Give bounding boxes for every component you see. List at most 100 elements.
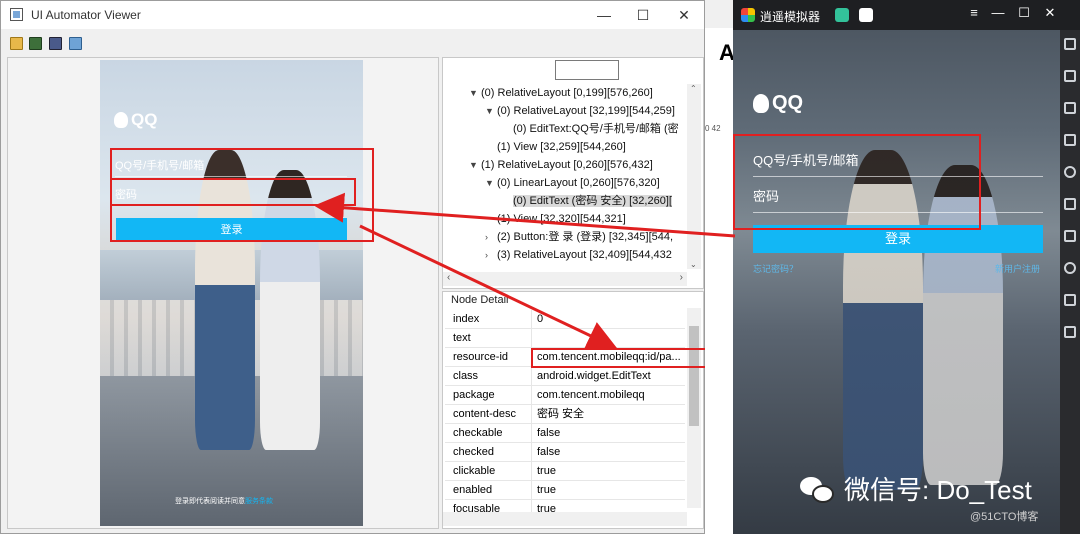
emu-qq-logo-text: QQ — [772, 92, 804, 114]
property-value: android.widget.EditText — [537, 370, 651, 382]
property-row[interactable]: text — [445, 329, 685, 348]
open-folder-icon[interactable] — [10, 37, 23, 50]
node-detail-panel: Node Detail index 0 text resource-id com.ten… — [442, 291, 709, 529]
toolbar — [1, 31, 704, 55]
terms-footer: 登录即代表阅读并同意服务条款 — [175, 496, 273, 506]
property-value: 0 — [537, 313, 544, 325]
tree-node[interactable]: › (3) RelativeLayout [32,409][544,432 — [485, 246, 672, 264]
expand-arrow-icon[interactable]: ▼ — [485, 174, 497, 192]
minimize-button[interactable]: — — [589, 5, 619, 25]
tree-node[interactable]: ▼ (0) RelativeLayout [32,199][544,259] — [485, 102, 675, 120]
credit-watermark: @51CTO博客 — [970, 511, 1039, 523]
collapse-arrow-icon[interactable]: › — [485, 246, 497, 264]
tree-node[interactable]: › (2) Button:登 录 (登录) [32,345][544, — [485, 228, 673, 246]
maximize-button[interactable]: ☐ — [628, 5, 658, 25]
column-divider — [531, 329, 532, 347]
tree-node-label: (1) View [32,320][544,321] — [497, 213, 626, 225]
property-key: checked — [453, 446, 494, 458]
property-row[interactable]: package com.tencent.mobileqq — [445, 386, 685, 405]
emu-highlight-login-area — [733, 134, 981, 230]
property-key: package — [453, 389, 495, 401]
tree-search-input[interactable] — [555, 60, 619, 80]
device-screenshot[interactable]: QQ QQ号/手机号/邮箱 密码 登录 登录即代表阅读并同意服务条款 — [100, 60, 363, 526]
location-icon[interactable] — [1064, 262, 1076, 274]
property-value: false — [537, 427, 561, 439]
background-window: A 0 42 — [705, 28, 735, 534]
property-row[interactable]: class android.widget.EditText — [445, 367, 685, 386]
tree-node[interactable]: ▼ (1) RelativeLayout [0,260][576,432] — [469, 156, 653, 174]
tree-node[interactable]: ▼ (0) LinearLayout [0,260][576,320] — [485, 174, 660, 192]
property-key: content-desc — [453, 408, 516, 420]
close-button[interactable]: ✕ — [669, 5, 699, 25]
column-divider — [531, 386, 532, 404]
property-value: 密码 安全 — [537, 408, 585, 420]
device-screenshot-icon[interactable] — [29, 37, 42, 50]
tree-horizontal-scrollbar[interactable]: ‹ › — [443, 272, 687, 286]
property-row[interactable]: content-desc 密码 安全 — [445, 405, 685, 424]
tree-node[interactable]: (0) EditText:QQ号/手机号/邮箱 (密 — [501, 120, 679, 138]
emulator-screen[interactable]: QQ QQ号/手机号/邮箱 密码 登录 忘记密码？ 新用户注册 — [733, 30, 1060, 534]
property-row[interactable]: checked false — [445, 443, 685, 462]
title-bar: UI Automator Viewer — ☐ ✕ — [1, 1, 704, 29]
property-row[interactable]: enabled true — [445, 481, 685, 500]
detail-horizontal-scrollbar[interactable] — [443, 512, 687, 526]
volume-up-icon[interactable] — [1064, 198, 1076, 210]
tree-node[interactable]: (1) View [32,320][544,321] — [485, 210, 626, 228]
column-divider — [531, 310, 532, 328]
wechat-id-text: 微信号: Do_Test — [844, 475, 1032, 505]
scroll-right-icon[interactable]: › — [680, 272, 683, 283]
column-divider — [531, 424, 532, 442]
property-value: com.tencent.mobileqq — [537, 389, 645, 401]
qq-penguin-icon — [753, 94, 769, 113]
more-icon[interactable] — [1064, 326, 1076, 338]
expand-arrow-icon[interactable]: ▼ — [485, 102, 497, 120]
terms-link[interactable]: 服务条款 — [245, 498, 273, 505]
scroll-up-icon[interactable]: ⌃ — [690, 84, 697, 93]
qq-logo-text: QQ — [131, 110, 158, 129]
expand-arrow-icon[interactable]: ▼ — [469, 84, 481, 102]
tree-node-label: (1) RelativeLayout [0,260][576,432] — [481, 159, 653, 171]
multi-instance-icon[interactable] — [1064, 134, 1076, 146]
property-value: false — [537, 446, 561, 458]
tree-node-label: (0) EditText:QQ号/手机号/邮箱 (密 — [513, 123, 679, 135]
qq-tab-icon[interactable] — [859, 8, 873, 22]
screenshot-panel: QQ QQ号/手机号/邮箱 密码 登录 登录即代表阅读并同意服务条款 — [7, 57, 439, 529]
tree-node-label: (0) RelativeLayout [32,199][544,259] — [497, 105, 675, 117]
expand-arrow-icon[interactable]: ▼ — [469, 156, 481, 174]
emu-minimize-button[interactable]: — — [987, 5, 1009, 20]
emu-maximize-button[interactable]: ☐ — [1013, 5, 1035, 21]
property-row[interactable]: index 0 — [445, 310, 685, 329]
menu-icon[interactable]: ≡ — [963, 5, 985, 20]
tree-node[interactable]: ▼ (0) RelativeLayout [0,199][576,260] — [469, 84, 653, 102]
settings-icon[interactable] — [1064, 166, 1076, 178]
scroll-left-icon[interactable]: ‹ — [447, 272, 450, 283]
qq-logo: QQ — [114, 110, 157, 130]
scroll-down-icon[interactable]: ⌄ — [690, 260, 697, 269]
tree-vertical-scrollbar[interactable]: ⌃ ⌄ — [687, 84, 701, 269]
device-screenshot-compressed-icon[interactable] — [49, 37, 62, 50]
property-key: class — [453, 370, 479, 382]
screenshot-icon[interactable] — [1064, 102, 1076, 114]
app-tab-icon[interactable] — [835, 8, 849, 22]
column-divider — [531, 367, 532, 385]
fullscreen-icon[interactable] — [1064, 38, 1076, 50]
column-divider — [531, 481, 532, 499]
tree-node-label: (1) View [32,259][544,260] — [497, 141, 626, 153]
forgot-password-link[interactable]: 忘记密码？ — [753, 262, 798, 275]
tree-node[interactable]: (0) EditText (密码 安全) [32,260][ — [501, 192, 672, 210]
property-row[interactable]: clickable true — [445, 462, 685, 481]
volume-down-icon[interactable] — [1064, 230, 1076, 242]
column-divider — [531, 405, 532, 423]
save-icon[interactable] — [69, 37, 82, 50]
emu-close-button[interactable]: ✕ — [1039, 5, 1061, 21]
register-link[interactable]: 新用户注册 — [995, 262, 1040, 275]
highlight-password-field — [110, 178, 356, 206]
detail-vertical-scrollbar[interactable] — [687, 308, 701, 508]
keyboard-icon[interactable] — [1064, 70, 1076, 82]
property-row[interactable]: checkable false — [445, 424, 685, 443]
shake-icon[interactable] — [1064, 294, 1076, 306]
collapse-arrow-icon[interactable]: › — [485, 228, 497, 246]
window-title: UI Automator Viewer — [31, 8, 141, 22]
detail-scroll-thumb[interactable] — [689, 326, 699, 426]
tree-node[interactable]: (1) View [32,259][544,260] — [485, 138, 626, 156]
